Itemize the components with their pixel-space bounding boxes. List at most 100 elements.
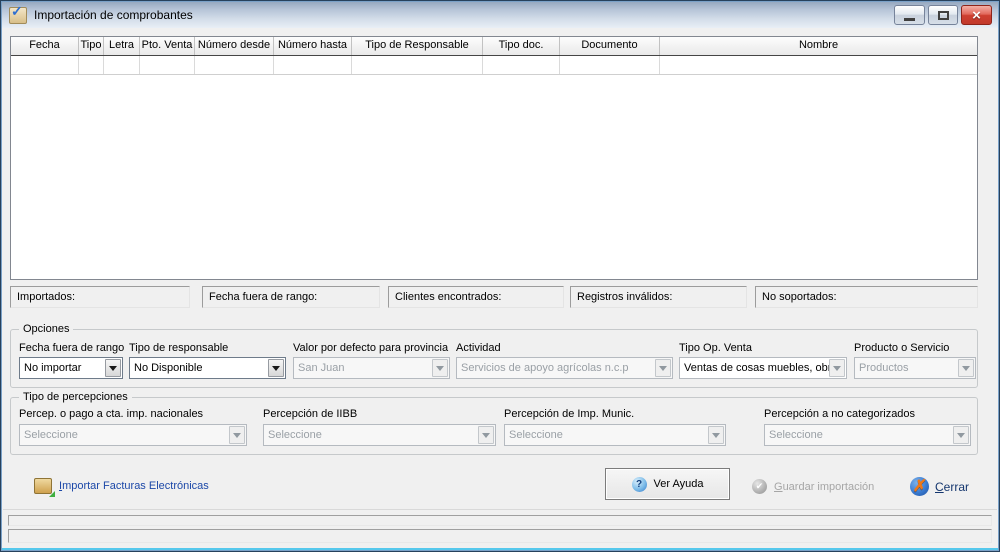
status-bar-bottom xyxy=(8,529,992,543)
actividad-label: Actividad xyxy=(456,342,501,354)
window-border-bottom-highlight xyxy=(2,548,998,550)
close-x-icon: ✗ xyxy=(910,477,929,496)
cerrar-button[interactable]: ✗ Cerrar xyxy=(910,477,969,496)
table-cell xyxy=(660,56,977,74)
table-cell xyxy=(274,56,352,74)
table-empty-row xyxy=(11,56,977,75)
producto-o-servicio-label: Producto o Servicio xyxy=(854,342,949,354)
column-header-letra[interactable]: Letra xyxy=(104,37,140,55)
table-cell xyxy=(140,56,195,74)
percepciones-group: Tipo de percepciones Percep. o pago a ct… xyxy=(10,397,978,455)
counter-fecha-fuera-de-rango: Fecha fuera de rango: xyxy=(202,286,380,308)
maximize-button[interactable] xyxy=(928,5,958,25)
footer-divider xyxy=(3,509,997,510)
combo-value: Seleccione xyxy=(765,429,953,441)
close-window-button[interactable]: × xyxy=(961,5,992,25)
tipo-de-responsable-combo[interactable]: No Disponible xyxy=(129,357,286,379)
counter-label: Registros inválidos: xyxy=(577,291,672,303)
column-header-documento[interactable]: Documento xyxy=(560,37,660,55)
opciones-group: Opciones Fecha fuera de rango No importa… xyxy=(10,329,978,388)
save-button-label: Guardar importación xyxy=(774,481,874,493)
chevron-down-icon xyxy=(953,426,969,444)
column-header-nombre[interactable]: Nombre xyxy=(660,37,977,55)
column-header-tipo[interactable]: Tipo xyxy=(79,37,104,55)
combo-value: Seleccione xyxy=(505,429,708,441)
combo-value: Productos xyxy=(855,362,958,374)
combo-value: No Disponible xyxy=(130,362,268,374)
minimize-button[interactable] xyxy=(894,5,925,25)
chevron-down-icon xyxy=(432,359,448,377)
green-arrow-icon xyxy=(49,485,55,497)
provincia-combo: San Juan xyxy=(293,357,450,379)
chevron-down-icon xyxy=(708,426,724,444)
table-cell xyxy=(483,56,560,74)
counter-label: No soportados: xyxy=(762,291,837,303)
table-cell xyxy=(352,56,483,74)
combo-value: San Juan xyxy=(294,362,432,374)
percep-nacionales-label: Percep. o pago a cta. imp. nacionales xyxy=(19,408,203,420)
counter-clientes-encontrados: Clientes encontrados: xyxy=(388,286,564,308)
column-header-fecha[interactable]: Fecha xyxy=(11,37,79,55)
combo-value: Seleccione xyxy=(20,429,229,441)
fecha-fuera-de-rango-label: Fecha fuera de rango xyxy=(19,342,124,354)
close-icon: × xyxy=(972,8,981,23)
column-header-pto-venta[interactable]: Pto. Venta xyxy=(140,37,195,55)
combo-value: Seleccione xyxy=(264,429,478,441)
counter-label: Clientes encontrados: xyxy=(395,291,501,303)
actividad-combo: Servicios de apoyo agrícolas n.c.p xyxy=(456,357,673,379)
combo-value: No importar xyxy=(20,362,105,374)
column-header-numero-desde[interactable]: Número desde xyxy=(195,37,274,55)
combo-value: Servicios de apoyo agrícolas n.c.p xyxy=(457,362,655,374)
vouchers-table: Fecha Tipo Letra Pto. Venta Número desde… xyxy=(10,36,978,280)
status-bar-top xyxy=(8,515,992,526)
percepcion-imp-munic-label: Percepción de Imp. Munic. xyxy=(504,408,634,420)
chevron-down-icon[interactable] xyxy=(268,359,284,377)
import-vouchers-window: ✓ Importación de comprobantes × Fecha Ti… xyxy=(0,0,1000,552)
combo-value: Ventas de cosas muebles, obra xyxy=(680,362,829,374)
table-cell xyxy=(560,56,660,74)
help-button-label: Ver Ayuda xyxy=(654,478,704,490)
column-header-tipo-responsable[interactable]: Tipo de Responsable xyxy=(352,37,483,55)
import-invoices-icon xyxy=(34,478,52,494)
app-icon-check: ✓ xyxy=(11,4,23,18)
chevron-down-icon xyxy=(229,426,245,444)
app-icon: ✓ xyxy=(9,7,27,24)
percepcion-iibb-combo: Seleccione xyxy=(263,424,496,446)
counter-label: Importados: xyxy=(17,291,75,303)
table-cell xyxy=(11,56,79,74)
counter-no-soportados: No soportados: xyxy=(755,286,978,308)
tipo-op-venta-combo: Ventas de cosas muebles, obra xyxy=(679,357,847,379)
import-electronic-invoices-link[interactable]: Importar Facturas Electrónicas xyxy=(34,478,209,494)
titlebar[interactable]: ✓ Importación de comprobantes × xyxy=(2,2,998,28)
cerrar-button-label: Cerrar xyxy=(935,480,969,494)
help-icon: ? xyxy=(632,477,647,492)
counter-importados: Importados: xyxy=(10,286,190,308)
chevron-down-icon[interactable] xyxy=(105,359,121,377)
percepcion-no-categorizados-label: Percepción a no categorizados xyxy=(764,408,915,420)
chevron-down-icon xyxy=(478,426,494,444)
close-x-glyph: ✗ xyxy=(912,479,927,495)
counter-label: Fecha fuera de rango: xyxy=(209,291,317,303)
percepcion-imp-munic-combo: Seleccione xyxy=(504,424,726,446)
fecha-fuera-de-rango-combo[interactable]: No importar xyxy=(19,357,123,379)
column-header-tipo-doc[interactable]: Tipo doc. xyxy=(483,37,560,55)
percepciones-legend: Tipo de percepciones xyxy=(19,391,132,403)
chevron-down-icon xyxy=(829,359,845,377)
chevron-down-icon xyxy=(655,359,671,377)
percepcion-iibb-label: Percepción de IIBB xyxy=(263,408,357,420)
help-button[interactable]: ? Ver Ayuda xyxy=(605,468,730,500)
window-title: Importación de comprobantes xyxy=(34,8,193,22)
percepcion-no-categorizados-combo: Seleccione xyxy=(764,424,971,446)
column-header-numero-hasta[interactable]: Número hasta xyxy=(274,37,352,55)
import-link-label: Importar Facturas Electrónicas xyxy=(59,480,209,492)
chevron-down-icon xyxy=(958,359,974,377)
tipo-de-responsable-label: Tipo de responsable xyxy=(129,342,228,354)
table-header-row: Fecha Tipo Letra Pto. Venta Número desde… xyxy=(11,37,977,56)
maximize-icon xyxy=(938,11,949,20)
counter-registros-invalidos: Registros inválidos: xyxy=(570,286,747,308)
table-cell xyxy=(104,56,140,74)
percep-nacionales-combo: Seleccione xyxy=(19,424,247,446)
provincia-label: Valor por defecto para provincia xyxy=(293,342,448,354)
producto-o-servicio-combo: Productos xyxy=(854,357,976,379)
save-check-icon: ✔ xyxy=(752,479,767,494)
